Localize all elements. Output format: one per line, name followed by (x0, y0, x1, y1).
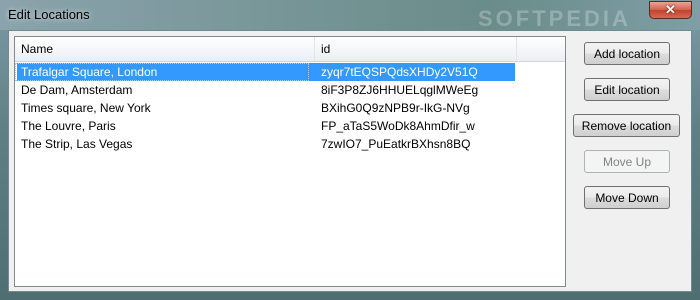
remove-location-button[interactable]: Remove location (573, 114, 680, 137)
list-row[interactable]: Trafalgar Square, London zyqr7tEQSPQdsXH… (15, 63, 565, 81)
column-header-name[interactable]: Name (15, 37, 315, 61)
row-name: The Louvre, Paris (21, 119, 116, 133)
list-rows: Trafalgar Square, London zyqr7tEQSPQdsXH… (15, 63, 565, 153)
list-row[interactable]: Times square, New York BXihG0Q9zNPB9r-Ik… (15, 99, 565, 117)
row-name: Times square, New York (21, 101, 151, 115)
close-icon: ✕ (665, 2, 676, 17)
row-name: Trafalgar Square, London (21, 65, 158, 79)
move-up-button[interactable]: Move Up (584, 150, 670, 173)
row-id: 8iF3P8ZJ6HHUELqglMWeEg (321, 83, 479, 97)
title-bar[interactable]: Edit Locations SOFTPEDIA ✕ (0, 0, 700, 31)
column-header-id[interactable]: id (315, 37, 517, 61)
list-row[interactable]: The Louvre, Paris FP_aTaS5WoDk8AhmDfir_w (15, 117, 565, 135)
row-name: De Dam, Amsterdam (21, 83, 133, 97)
close-button[interactable]: ✕ (649, 1, 692, 19)
locations-list[interactable]: Name id Trafalgar Square, London zyqr7tE… (14, 36, 566, 287)
window-title: Edit Locations (8, 7, 90, 22)
list-row[interactable]: The Strip, Las Vegas 7zwIO7_PuEatkrBXhsn… (15, 135, 565, 153)
row-id: BXihG0Q9zNPB9r-IkG-NVg (321, 101, 470, 115)
dialog-client-area: Name id Trafalgar Square, London zyqr7tE… (8, 30, 692, 292)
row-id: zyqr7tEQSPQdsXHDy2V51Q (321, 65, 478, 79)
softpedia-watermark: SOFTPEDIA (478, 6, 631, 31)
edit-location-button[interactable]: Edit location (584, 78, 670, 101)
row-id: FP_aTaS5WoDk8AhmDfir_w (321, 119, 475, 133)
move-down-button[interactable]: Move Down (584, 186, 670, 209)
row-name: The Strip, Las Vegas (21, 137, 133, 151)
list-header: Name id (15, 37, 565, 62)
add-location-button[interactable]: Add location (584, 42, 670, 65)
list-row[interactable]: De Dam, Amsterdam 8iF3P8ZJ6HHUELqglMWeEg (15, 81, 565, 99)
row-id: 7zwIO7_PuEatkrBXhsn8BQ (321, 137, 471, 151)
